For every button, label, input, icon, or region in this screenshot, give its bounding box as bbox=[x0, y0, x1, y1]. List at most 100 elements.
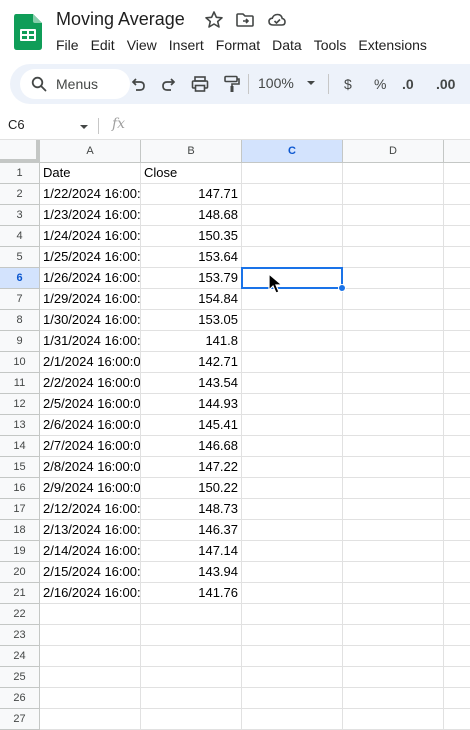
table-cell[interactable] bbox=[242, 646, 343, 667]
table-cell[interactable] bbox=[343, 688, 444, 709]
column-header-c[interactable]: C bbox=[242, 140, 343, 163]
table-cell[interactable] bbox=[242, 625, 343, 646]
table-cell[interactable] bbox=[343, 331, 444, 352]
table-cell[interactable] bbox=[141, 709, 242, 730]
table-cell[interactable]: 143.54 bbox=[141, 373, 242, 394]
table-cell[interactable] bbox=[343, 583, 444, 604]
table-cell[interactable] bbox=[444, 415, 470, 436]
table-cell[interactable] bbox=[343, 352, 444, 373]
table-cell[interactable] bbox=[242, 247, 343, 268]
table-cell[interactable] bbox=[343, 667, 444, 688]
table-cell[interactable] bbox=[343, 457, 444, 478]
table-cell[interactable]: 1/24/2024 16:00:00 bbox=[40, 226, 141, 247]
table-cell[interactable]: 1/25/2024 16:00:00 bbox=[40, 247, 141, 268]
table-cell[interactable] bbox=[444, 184, 470, 205]
select-all-corner[interactable] bbox=[0, 140, 40, 163]
row-header[interactable]: 26 bbox=[0, 688, 40, 709]
row-header[interactable]: 11 bbox=[0, 373, 40, 394]
table-cell[interactable] bbox=[242, 667, 343, 688]
zoom-select[interactable]: 100% bbox=[258, 75, 294, 91]
column-header-b[interactable]: B bbox=[141, 140, 242, 163]
row-header[interactable]: 6 bbox=[0, 268, 40, 289]
table-cell[interactable] bbox=[444, 163, 470, 184]
table-cell[interactable] bbox=[343, 520, 444, 541]
table-cell[interactable]: 153.79 bbox=[141, 268, 242, 289]
table-cell[interactable] bbox=[444, 457, 470, 478]
table-cell[interactable] bbox=[242, 373, 343, 394]
table-cell[interactable]: 144.93 bbox=[141, 394, 242, 415]
table-cell[interactable]: 150.22 bbox=[141, 478, 242, 499]
row-header[interactable]: 15 bbox=[0, 457, 40, 478]
row-header[interactable]: 18 bbox=[0, 520, 40, 541]
table-cell[interactable]: 1/26/2024 16:00:00 bbox=[40, 268, 141, 289]
table-cell[interactable] bbox=[444, 373, 470, 394]
table-cell[interactable] bbox=[242, 520, 343, 541]
menu-edit[interactable]: Edit bbox=[91, 36, 127, 54]
table-cell[interactable] bbox=[444, 688, 470, 709]
table-cell[interactable]: 145.41 bbox=[141, 415, 242, 436]
menu-insert[interactable]: Insert bbox=[169, 36, 216, 54]
row-header[interactable]: 4 bbox=[0, 226, 40, 247]
cloud-status-icon[interactable] bbox=[267, 10, 287, 30]
table-cell[interactable]: 146.68 bbox=[141, 436, 242, 457]
table-cell[interactable] bbox=[242, 709, 343, 730]
table-cell[interactable] bbox=[343, 604, 444, 625]
menu-file[interactable]: File bbox=[56, 36, 91, 54]
table-cell[interactable]: 1/22/2024 16:00:00 bbox=[40, 184, 141, 205]
table-cell[interactable] bbox=[40, 667, 141, 688]
row-header[interactable]: 19 bbox=[0, 541, 40, 562]
row-header[interactable]: 2 bbox=[0, 184, 40, 205]
table-cell[interactable]: 143.94 bbox=[141, 562, 242, 583]
row-header[interactable]: 17 bbox=[0, 499, 40, 520]
table-cell[interactable] bbox=[343, 289, 444, 310]
table-cell[interactable] bbox=[40, 646, 141, 667]
table-cell[interactable] bbox=[444, 394, 470, 415]
row-header[interactable]: 16 bbox=[0, 478, 40, 499]
menu-format[interactable]: Format bbox=[216, 36, 272, 54]
table-cell[interactable] bbox=[444, 205, 470, 226]
table-cell[interactable] bbox=[343, 226, 444, 247]
chevron-down-icon[interactable] bbox=[78, 121, 90, 133]
move-folder-icon[interactable] bbox=[235, 10, 255, 30]
row-header[interactable]: 8 bbox=[0, 310, 40, 331]
table-cell[interactable] bbox=[242, 541, 343, 562]
table-cell[interactable] bbox=[242, 289, 343, 310]
menus-search-button[interactable]: Menus bbox=[20, 69, 130, 99]
print-icon[interactable] bbox=[190, 74, 210, 94]
table-cell[interactable]: 2/6/2024 16:00:00 bbox=[40, 415, 141, 436]
table-cell[interactable]: 2/8/2024 16:00:00 bbox=[40, 457, 141, 478]
table-cell[interactable] bbox=[40, 688, 141, 709]
table-cell[interactable] bbox=[444, 478, 470, 499]
increase-decimal-button[interactable]: .00 bbox=[436, 74, 455, 94]
table-cell[interactable]: 2/1/2024 16:00:00 bbox=[40, 352, 141, 373]
table-cell[interactable] bbox=[343, 394, 444, 415]
table-cell[interactable]: 148.68 bbox=[141, 205, 242, 226]
table-cell[interactable] bbox=[343, 562, 444, 583]
percent-format-button[interactable]: % bbox=[374, 74, 386, 94]
table-cell[interactable] bbox=[444, 604, 470, 625]
table-cell[interactable] bbox=[343, 709, 444, 730]
table-cell[interactable] bbox=[242, 226, 343, 247]
row-header[interactable]: 5 bbox=[0, 247, 40, 268]
table-cell[interactable]: 148.73 bbox=[141, 499, 242, 520]
table-cell[interactable] bbox=[343, 478, 444, 499]
table-cell[interactable] bbox=[343, 310, 444, 331]
table-cell[interactable] bbox=[242, 457, 343, 478]
table-cell[interactable] bbox=[242, 604, 343, 625]
table-cell[interactable] bbox=[343, 415, 444, 436]
row-header[interactable]: 1 bbox=[0, 163, 40, 184]
table-cell[interactable] bbox=[444, 667, 470, 688]
table-cell[interactable] bbox=[242, 394, 343, 415]
table-cell[interactable]: 1/31/2024 16:00:00 bbox=[40, 331, 141, 352]
table-cell[interactable] bbox=[242, 331, 343, 352]
table-cell[interactable] bbox=[40, 709, 141, 730]
table-cell[interactable]: 141.76 bbox=[141, 583, 242, 604]
table-cell[interactable]: Date bbox=[40, 163, 141, 184]
row-header[interactable]: 27 bbox=[0, 709, 40, 730]
decrease-decimal-button[interactable]: .0 bbox=[402, 74, 414, 94]
row-header[interactable]: 22 bbox=[0, 604, 40, 625]
menu-view[interactable]: View bbox=[127, 36, 169, 54]
table-cell[interactable] bbox=[444, 226, 470, 247]
table-cell[interactable]: 2/14/2024 16:00:00 bbox=[40, 541, 141, 562]
table-cell[interactable] bbox=[444, 247, 470, 268]
